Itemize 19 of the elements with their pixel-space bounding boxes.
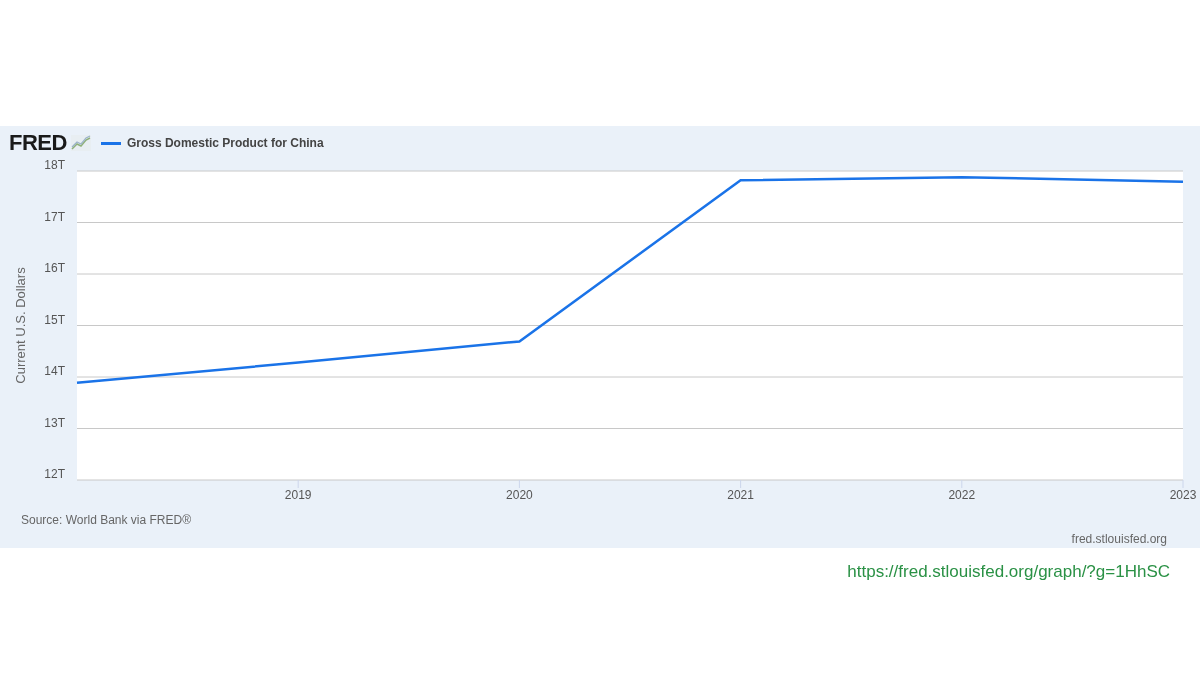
y-tick-label: 18T <box>44 160 65 172</box>
legend-label: Gross Domestic Product for China <box>126 136 324 150</box>
x-tick-label: 2019 <box>284 488 312 502</box>
x-tick-label: 2020 <box>506 488 533 502</box>
y-axis-title: Current U.S. Dollars <box>13 267 28 384</box>
y-tick-label: 13T <box>44 415 65 430</box>
x-tick-label: 2021 <box>727 488 754 502</box>
y-tick-label: 12T <box>44 467 65 481</box>
graph-link[interactable]: https://fred.stlouisfed.org/graph/?g=1HhSC <box>847 562 1170 582</box>
source-note: Source: World Bank via FRED® <box>21 513 191 529</box>
y-tick-label: 15T <box>44 312 65 327</box>
y-tick-label: 17T <box>44 209 65 224</box>
y-tick-label: 16T <box>44 261 65 275</box>
line-chart-icon <box>70 135 91 151</box>
fred-logo: FRED <box>9 130 67 156</box>
x-tick-label: 2022 <box>948 488 976 502</box>
y-tick-label: 14T <box>44 364 65 378</box>
x-tick-label: 2023 <box>1169 488 1197 502</box>
site-credit: fred.stlouisfed.org <box>1071 532 1167 546</box>
